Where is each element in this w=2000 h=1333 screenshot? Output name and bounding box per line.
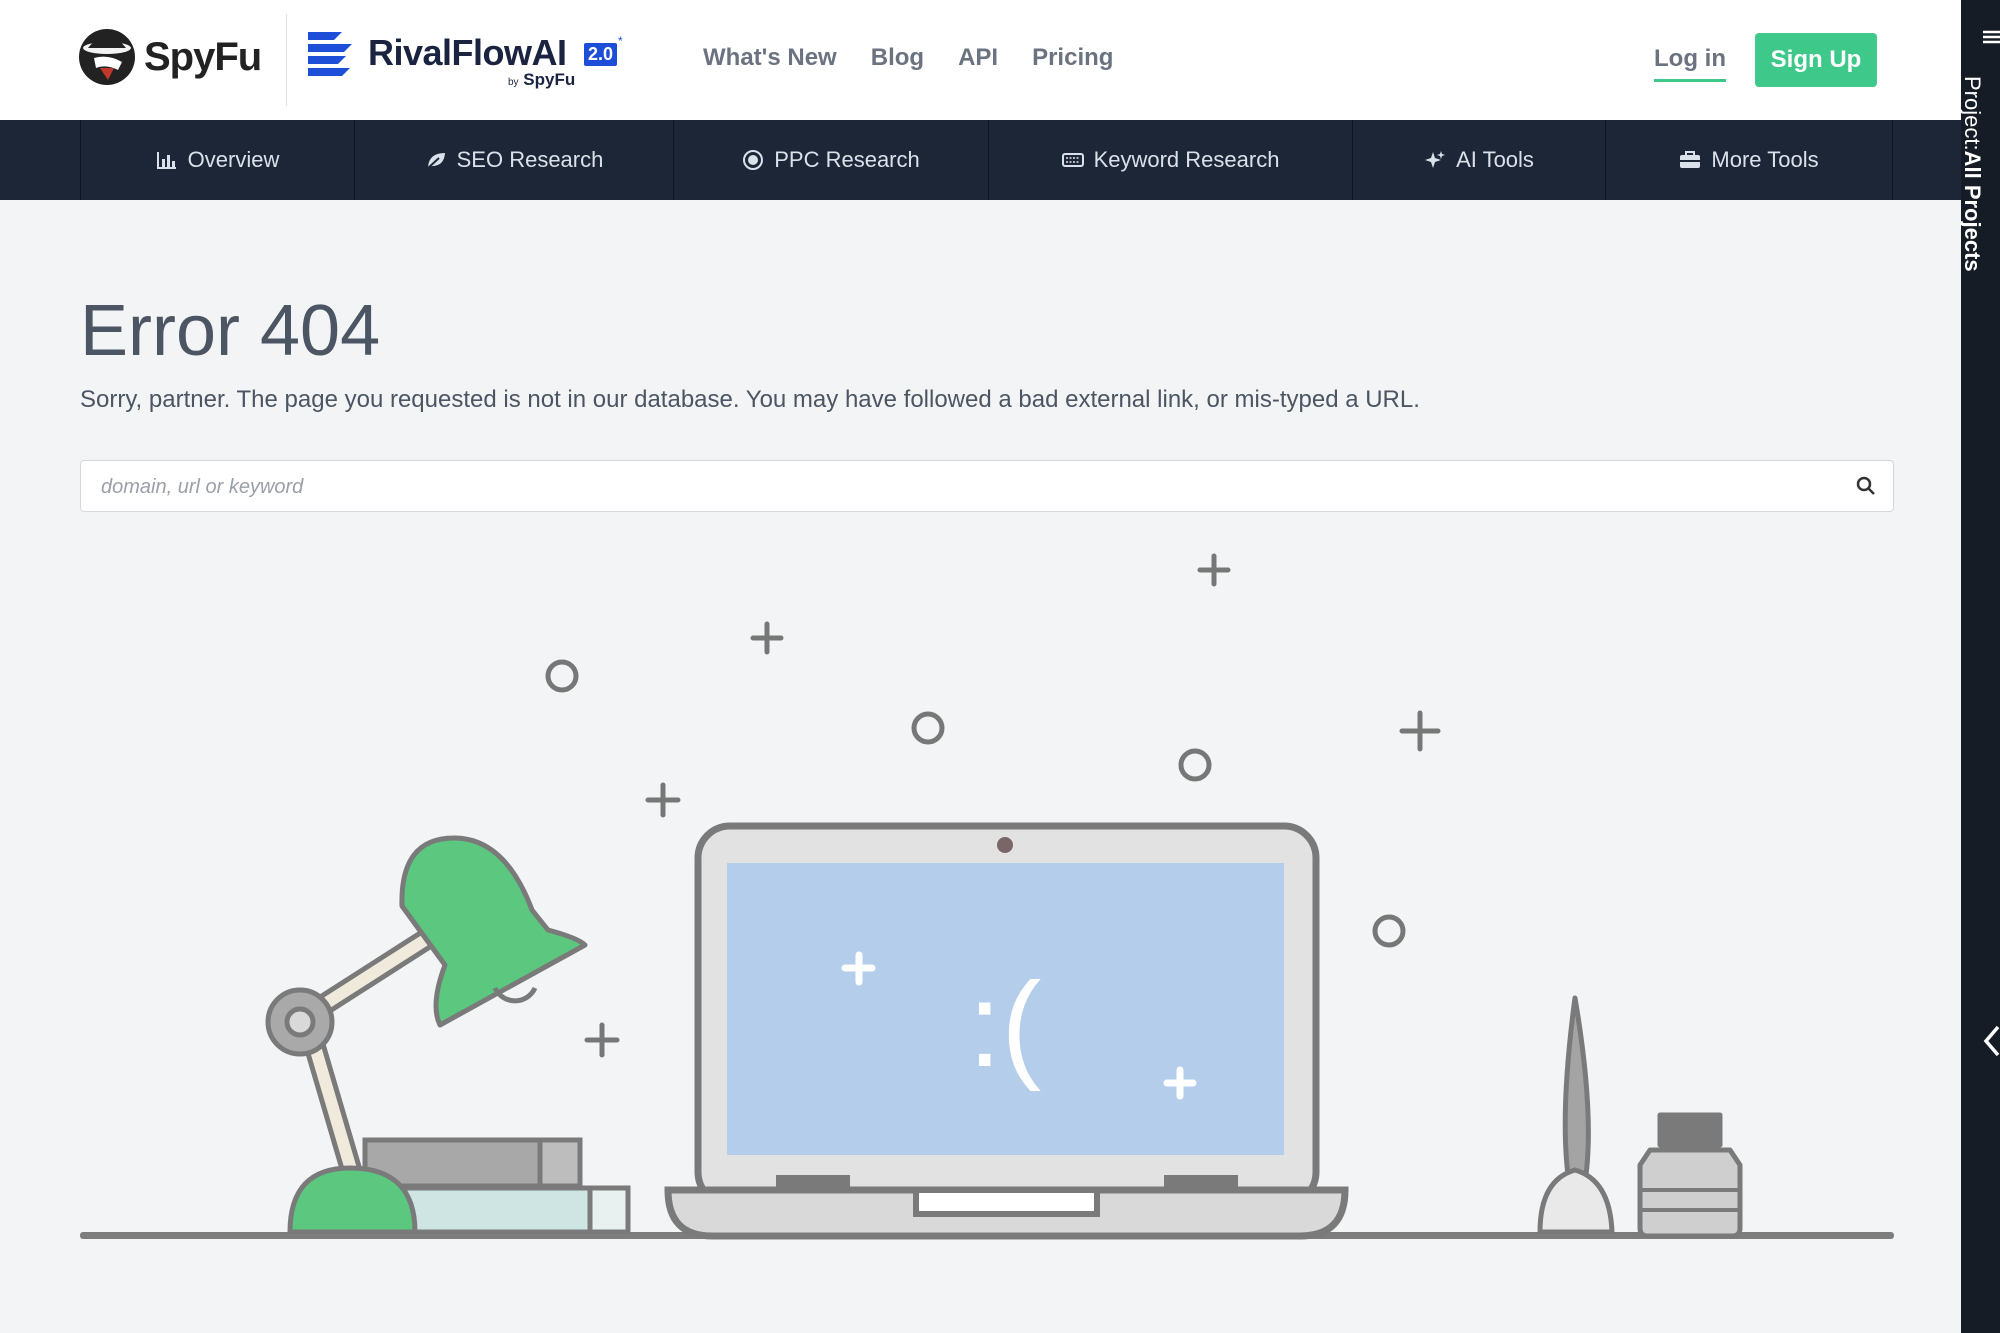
laptop-icon: :(	[664, 822, 1349, 1240]
asterisk-icon: *	[618, 34, 623, 48]
sad-face-text: :(	[968, 958, 1041, 1092]
bar-chart-icon	[156, 152, 176, 169]
error-title: Error 404	[80, 291, 381, 371]
tab-more-tools[interactable]: More Tools	[1605, 120, 1893, 200]
chevron-left-icon[interactable]	[1983, 1025, 2000, 1057]
project-label[interactable]: Project:All Projects	[1959, 76, 1985, 272]
menu-icon[interactable]	[1983, 30, 2000, 44]
project-name: All Projects	[1960, 150, 1985, 272]
rivalflow-mark-icon	[308, 32, 352, 76]
tab-label: More Tools	[1711, 147, 1819, 172]
error-message: Sorry, partner. The page you requested i…	[80, 386, 1420, 413]
by-brand: SpyFu	[523, 70, 576, 89]
tab-keyword-research[interactable]: Keyword Research	[988, 120, 1352, 200]
signup-button[interactable]: Sign Up	[1755, 33, 1877, 87]
tab-label: Keyword Research	[1093, 147, 1280, 172]
tab-ai-tools[interactable]: AI Tools	[1352, 120, 1605, 200]
search-bar	[80, 460, 1894, 513]
tab-ppc-research[interactable]: PPC Research	[673, 120, 988, 200]
spyfu-logo[interactable]: SpyFu	[78, 28, 262, 86]
by-spyfu-label: by SpyFu	[508, 70, 575, 90]
project-prefix: Project:	[1960, 76, 1985, 151]
spyfu-logo-text: SpyFu	[144, 34, 262, 79]
error-page: SpyFu RivalFlowAI 2.0 * by SpyFu What's …	[0, 0, 2000, 1333]
sparkle-icon	[1425, 151, 1446, 168]
quill-ink-icon	[1537, 995, 1743, 1239]
search-icon[interactable]	[1855, 475, 1877, 497]
tab-label: PPC Research	[774, 147, 920, 172]
tab-seo-research[interactable]: SEO Research	[354, 120, 673, 200]
main-nav: Overview SEO Research PPC Research Keywo…	[0, 120, 1961, 200]
tab-label: AI Tools	[1456, 147, 1534, 172]
nav-whats-new[interactable]: What's New	[703, 44, 837, 72]
tab-label: SEO Research	[456, 147, 604, 172]
header-divider	[286, 14, 287, 106]
top-nav: What's New Blog API Pricing	[703, 44, 1113, 72]
rivalflow-name: RivalFlowAI	[368, 32, 567, 73]
tab-overview[interactable]: Overview	[80, 120, 354, 200]
login-link[interactable]: Log in	[1654, 45, 1726, 82]
by-prefix: by	[508, 77, 519, 88]
spy-mascot-icon	[79, 29, 135, 85]
version-badge: 2.0	[584, 43, 618, 66]
target-icon	[743, 150, 764, 170]
site-header: SpyFu RivalFlowAI 2.0 * by SpyFu What's …	[0, 0, 1961, 120]
nav-blog[interactable]: Blog	[871, 44, 924, 72]
nav-api[interactable]: API	[958, 44, 998, 72]
tab-label: Overview	[187, 147, 280, 172]
briefcase-icon	[1680, 151, 1701, 168]
nav-pricing[interactable]: Pricing	[1032, 44, 1113, 72]
keyboard-icon	[1061, 153, 1084, 167]
search-input[interactable]	[99, 461, 1843, 513]
leaf-icon	[425, 153, 445, 170]
